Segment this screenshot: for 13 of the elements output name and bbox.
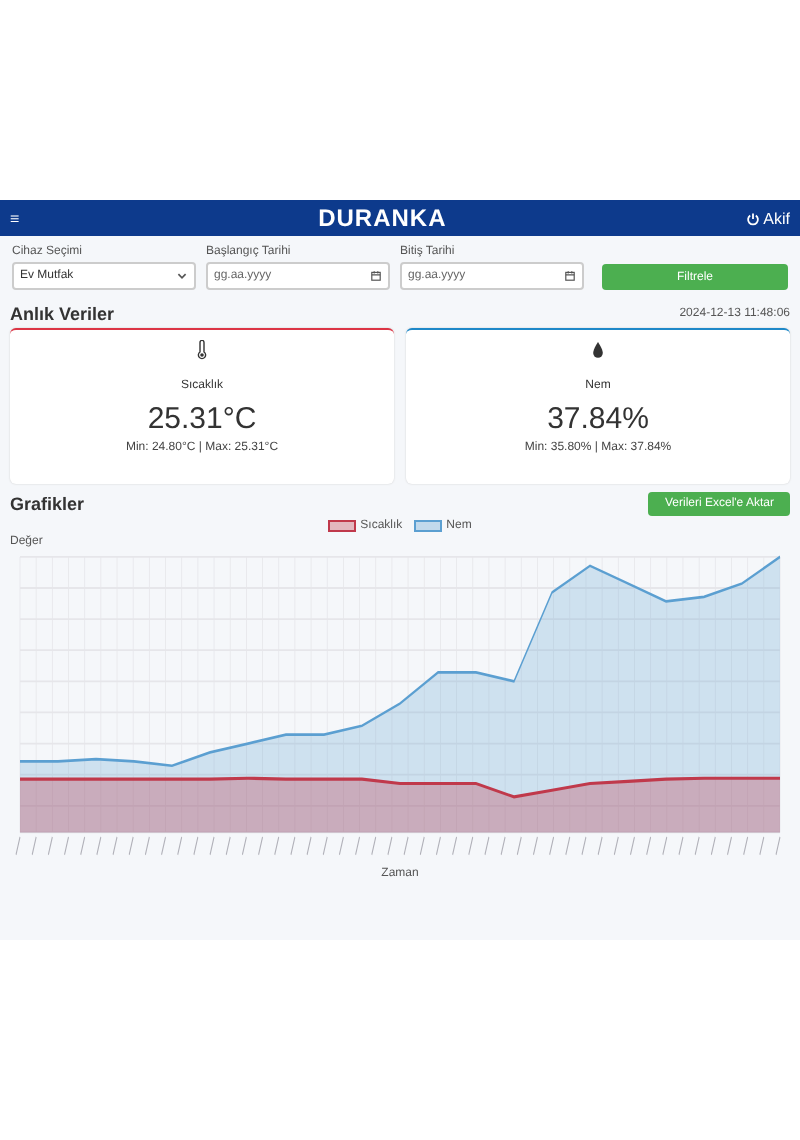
calendar-icon <box>370 270 382 282</box>
power-icon <box>745 211 760 225</box>
droplet-icon <box>592 340 604 360</box>
brand-logo: DURANKA <box>318 204 447 232</box>
chevron-down-icon <box>176 270 188 282</box>
thermometer-icon <box>196 340 208 360</box>
card-value: 37.84% <box>547 402 649 436</box>
menu-button[interactable]: ≡ <box>10 209 20 227</box>
card-value: 25.31°C <box>147 402 257 436</box>
section-title: Anlık Veriler <box>10 304 115 324</box>
user-button[interactable]: Akif <box>745 209 790 227</box>
section-title: Grafikler <box>10 494 85 514</box>
calendar-icon <box>564 270 576 282</box>
